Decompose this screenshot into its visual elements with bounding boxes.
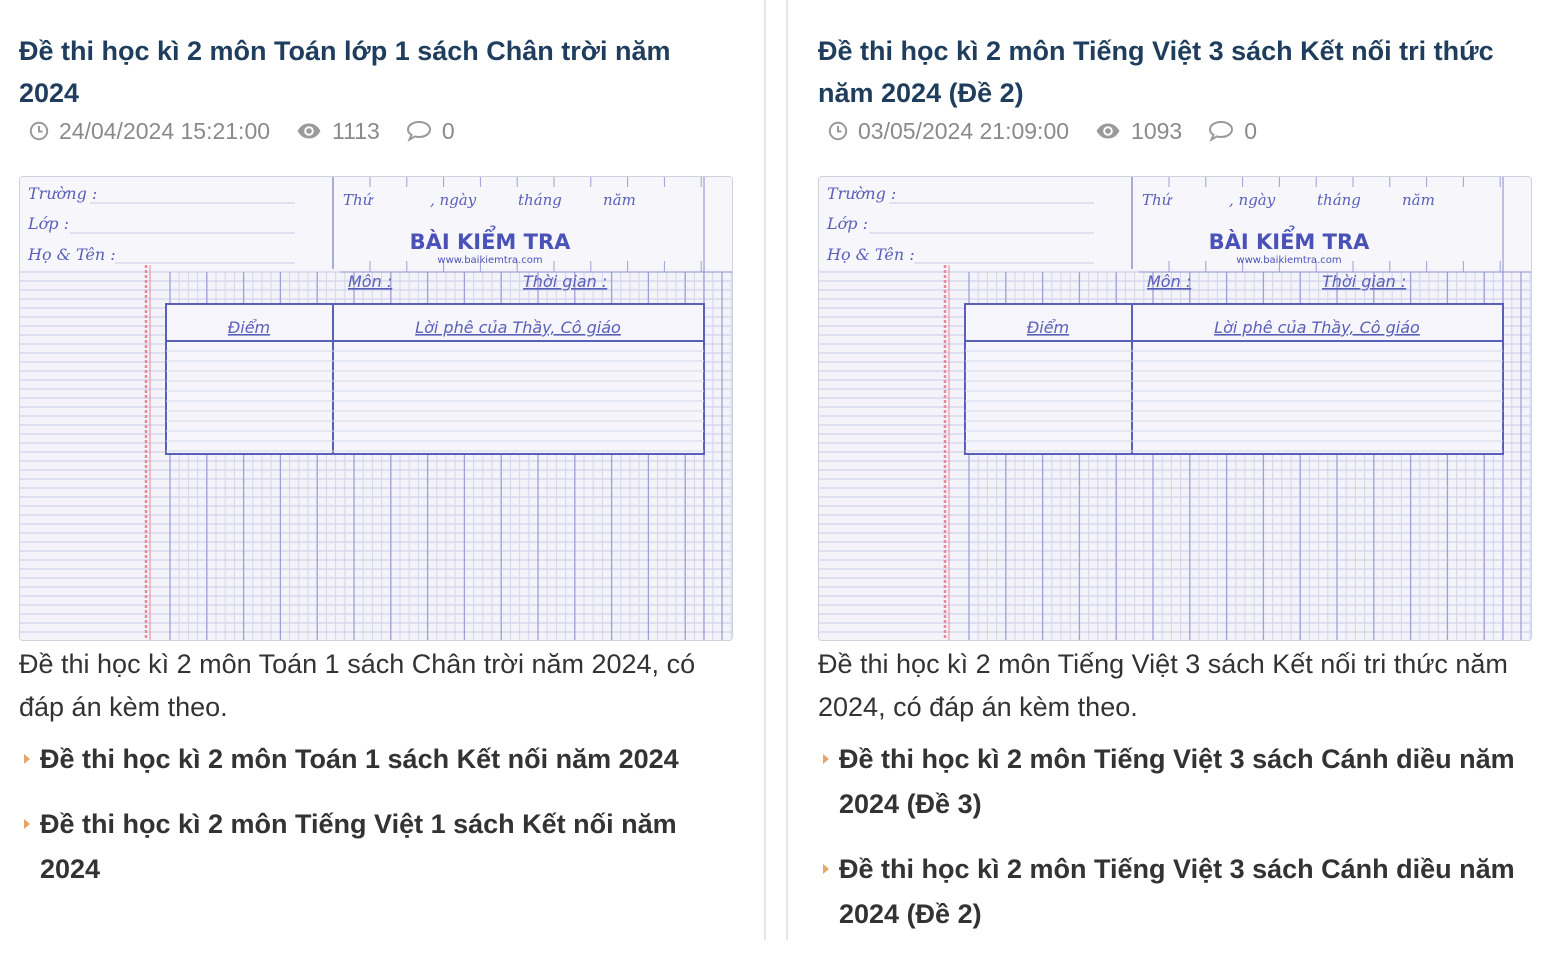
- related-list: Đề thi học kì 2 môn Tiếng Việt 3 sách Cá…: [818, 737, 1528, 957]
- label-thang: tháng: [518, 191, 562, 209]
- exam-paper-image: Trường : Lớp : Họ & Tên : Thứ , ngày tháng năm…: [819, 177, 1531, 640]
- label-thoi-gian: Thời gian :: [523, 272, 607, 291]
- label-loi-phe: Lời phê của Thầy, Cô giáo: [1214, 318, 1420, 337]
- article-thumbnail[interactable]: Trường : Lớp : Họ & Tên : Thứ , ngày tháng năm…: [19, 176, 733, 641]
- related-item[interactable]: Đề thi học kì 2 môn Tiếng Việt 1 sách Kế…: [19, 802, 719, 892]
- brand-title: BÀI KIỂM TRA: [1209, 226, 1371, 254]
- brand-url: www.baikiemtra.com: [437, 255, 542, 266]
- article-views: 1113: [332, 117, 380, 144]
- label-nam: năm: [603, 191, 636, 209]
- related-link[interactable]: Đề thi học kì 2 môn Toán 1 sách Kết nối …: [40, 744, 679, 774]
- clock-icon: [29, 121, 49, 141]
- caret-right-icon: [24, 754, 30, 764]
- label-mon: Môn :: [348, 272, 392, 291]
- label-thang: tháng: [1317, 191, 1361, 209]
- label-ngay: , ngày: [1229, 191, 1276, 209]
- related-item[interactable]: Đề thi học kì 2 môn Toán 1 sách Kết nối …: [19, 737, 719, 782]
- eye-icon: [1096, 123, 1120, 139]
- label-truong: Trường :: [827, 184, 896, 203]
- label-diem: Điểm: [1027, 318, 1069, 337]
- views-item: 1113: [296, 118, 380, 145]
- label-truong: Trường :: [28, 184, 97, 203]
- label-ho-ten: Họ & Tên :: [826, 245, 915, 264]
- article-title-link[interactable]: Đề thi học kì 2 môn Toán lớp 1 sách Chân…: [19, 36, 671, 108]
- date-item: 03/05/2024 21:09:00: [828, 118, 1069, 145]
- related-link[interactable]: Đề thi học kì 2 môn Tiếng Việt 1 sách Kế…: [40, 809, 677, 884]
- label-thu: Thứ: [343, 191, 374, 209]
- label-loi-phe: Lời phê của Thầy, Cô giáo: [415, 318, 621, 337]
- column-divider: [764, 0, 766, 940]
- date-item: 24/04/2024 15:21:00: [29, 118, 270, 145]
- caret-right-icon: [823, 864, 829, 874]
- article-card-2: Đề thi học kì 2 môn Tiếng Việt 3 sách Kế…: [788, 0, 1550, 940]
- brand-url: www.baikiemtra.com: [1236, 255, 1341, 266]
- label-mon: Môn :: [1147, 272, 1191, 291]
- eye-icon: [297, 123, 321, 139]
- related-list: Đề thi học kì 2 môn Toán 1 sách Kết nối …: [19, 737, 719, 912]
- comment-icon: [1209, 120, 1234, 142]
- caret-right-icon: [24, 819, 30, 829]
- label-lop: Lớp :: [27, 214, 69, 233]
- label-ngay: , ngày: [430, 191, 477, 209]
- label-diem: Điểm: [228, 318, 270, 337]
- article-title[interactable]: Đề thi học kì 2 môn Tiếng Việt 3 sách Kế…: [818, 30, 1530, 114]
- article-comments: 0: [1244, 117, 1258, 144]
- label-nam: năm: [1402, 191, 1435, 209]
- label-ho-ten: Họ & Tên :: [27, 245, 116, 264]
- views-item: 1093: [1095, 118, 1182, 145]
- article-title[interactable]: Đề thi học kì 2 môn Toán lớp 1 sách Chân…: [19, 30, 719, 114]
- related-link[interactable]: Đề thi học kì 2 môn Tiếng Việt 3 sách Cá…: [839, 744, 1515, 819]
- article-title-link[interactable]: Đề thi học kì 2 môn Tiếng Việt 3 sách Kế…: [818, 36, 1494, 108]
- article-date: 03/05/2024 21:09:00: [858, 117, 1070, 144]
- article-thumbnail[interactable]: Trường : Lớp : Họ & Tên : Thứ , ngày tháng năm…: [818, 176, 1532, 641]
- comments-item[interactable]: 0: [406, 118, 455, 145]
- clock-icon: [828, 121, 848, 141]
- article-meta: 03/05/2024 21:09:00 1093 0: [828, 116, 1283, 146]
- article-comments: 0: [441, 117, 455, 144]
- article-meta: 24/04/2024 15:21:00 1113 0: [29, 116, 481, 146]
- article-summary: Đề thi học kì 2 môn Toán 1 sách Chân trờ…: [19, 649, 696, 722]
- brand-title: BÀI KIỂM TRA: [410, 226, 572, 254]
- comments-item[interactable]: 0: [1208, 118, 1257, 145]
- related-link[interactable]: Đề thi học kì 2 môn Tiếng Việt 3 sách Cá…: [839, 854, 1515, 929]
- caret-right-icon: [823, 754, 829, 764]
- label-thu: Thứ: [1142, 191, 1173, 209]
- label-lop: Lớp :: [826, 214, 868, 233]
- exam-paper-image: Trường : Lớp : Họ & Tên : Thứ , ngày tháng năm…: [20, 177, 732, 640]
- related-item[interactable]: Đề thi học kì 2 môn Tiếng Việt 3 sách Cá…: [818, 847, 1528, 937]
- article-date: 24/04/2024 15:21:00: [59, 117, 271, 144]
- comment-icon: [406, 120, 431, 142]
- article-views: 1093: [1131, 117, 1183, 144]
- related-item[interactable]: Đề thi học kì 2 môn Tiếng Việt 3 sách Cá…: [818, 737, 1528, 827]
- article-card-1: Đề thi học kì 2 môn Toán lớp 1 sách Chân…: [0, 0, 764, 940]
- label-thoi-gian: Thời gian :: [1322, 272, 1406, 291]
- article-summary: Đề thi học kì 2 môn Tiếng Việt 3 sách Kế…: [818, 649, 1508, 722]
